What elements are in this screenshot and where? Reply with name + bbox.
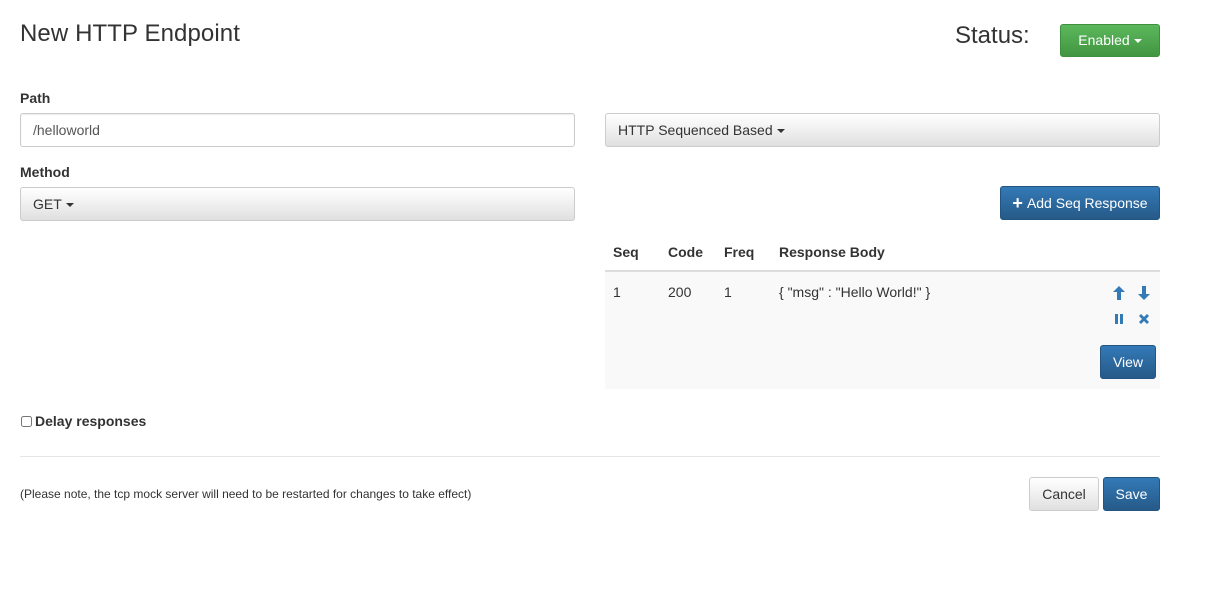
method-value: GET bbox=[33, 196, 62, 212]
caret-down-icon bbox=[776, 129, 785, 134]
status-label: Status: bbox=[955, 22, 1030, 49]
path-input[interactable]: /helloworld bbox=[20, 113, 575, 147]
add-seq-response-button[interactable]: + Add Seq Response bbox=[1000, 186, 1160, 220]
pause-icon[interactable] bbox=[1111, 311, 1127, 327]
cell-freq: 1 bbox=[716, 271, 771, 389]
save-button[interactable]: Save bbox=[1103, 477, 1160, 511]
divider bbox=[20, 456, 1160, 457]
delay-responses-checkbox[interactable] bbox=[21, 416, 32, 427]
method-label: Method bbox=[20, 164, 70, 180]
remove-icon[interactable] bbox=[1136, 311, 1152, 327]
column-header-seq: Seq bbox=[605, 238, 660, 272]
page-title: New HTTP Endpoint bbox=[20, 20, 241, 47]
plus-icon: + bbox=[1012, 193, 1023, 213]
caret-down-icon bbox=[1133, 39, 1142, 44]
column-header-freq: Freq bbox=[716, 238, 771, 272]
delay-responses-option[interactable]: Delay responses bbox=[21, 413, 146, 429]
view-button[interactable]: View bbox=[1100, 345, 1156, 379]
cell-code: 200 bbox=[660, 271, 716, 389]
cell-actions: View bbox=[1064, 271, 1160, 389]
arrow-up-icon[interactable] bbox=[1111, 285, 1127, 301]
cell-response-body: { "msg" : "Hello World!" } bbox=[771, 271, 1064, 389]
add-seq-response-label: Add Seq Response bbox=[1026, 195, 1148, 211]
row-action-line-2 bbox=[1072, 310, 1152, 330]
table-header-row: Seq Code Freq Response Body bbox=[605, 238, 1160, 272]
method-dropdown[interactable]: GET bbox=[20, 187, 575, 221]
endpoint-type-value: HTTP Sequenced Based bbox=[618, 122, 773, 138]
caret-down-icon bbox=[65, 203, 74, 208]
status-dropdown-button[interactable]: Enabled bbox=[1060, 24, 1160, 57]
cancel-button[interactable]: Cancel bbox=[1029, 477, 1099, 511]
restart-note: (Please note, the tcp mock server will n… bbox=[20, 487, 472, 501]
page: New HTTP Endpoint Status: Enabled Path /… bbox=[0, 0, 1211, 596]
arrow-down-icon[interactable] bbox=[1136, 285, 1152, 301]
path-label: Path bbox=[20, 90, 51, 106]
row-action-line-1 bbox=[1072, 284, 1152, 304]
endpoint-type-dropdown[interactable]: HTTP Sequenced Based bbox=[605, 113, 1160, 147]
delay-responses-label: Delay responses bbox=[35, 413, 147, 429]
cell-seq: 1 bbox=[605, 271, 660, 389]
column-header-actions bbox=[1064, 238, 1160, 272]
table-row: 1 200 1 { "msg" : "Hello World!" } View bbox=[605, 271, 1160, 389]
column-header-code: Code bbox=[660, 238, 716, 272]
status-value: Enabled bbox=[1078, 32, 1130, 48]
sequence-table: Seq Code Freq Response Body 1 200 1 { "m… bbox=[605, 238, 1160, 389]
column-header-response-body: Response Body bbox=[771, 238, 1064, 272]
